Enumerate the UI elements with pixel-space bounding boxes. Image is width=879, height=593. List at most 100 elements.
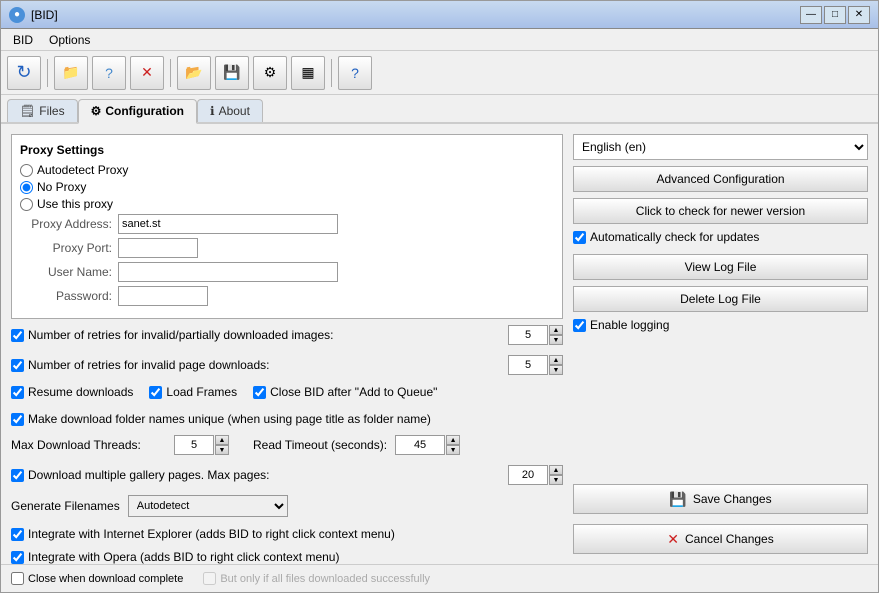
close-when-complete-checkbox[interactable] [11, 572, 24, 585]
folder-open-btn[interactable]: 📁 [54, 56, 88, 90]
multiple-gallery-down[interactable]: ▼ [549, 475, 563, 485]
info-btn[interactable]: ? [338, 56, 372, 90]
threads-timeout-row: Max Download Threads: ▲ ▼ Read Timeout (… [11, 435, 563, 455]
generate-filenames-select[interactable]: Autodetect Original Sequential [128, 495, 288, 517]
radio-autodetect[interactable] [20, 164, 33, 177]
proxy-settings-title: Proxy Settings [20, 143, 554, 157]
but-only-if-checkbox[interactable] [203, 572, 216, 585]
radio-autodetect-label: Autodetect Proxy [37, 163, 128, 177]
minimize-button[interactable]: — [800, 6, 822, 24]
retries-page-input[interactable] [508, 355, 548, 375]
multiple-gallery-checkbox[interactable] [11, 469, 24, 482]
read-timeout-label: Read Timeout (seconds): [253, 438, 387, 452]
close-bid-checkbox[interactable] [253, 386, 266, 399]
close-button[interactable]: ✕ [848, 6, 870, 24]
close-bid-check-row: Close BID after "Add to Queue" [253, 385, 437, 399]
max-threads-input[interactable] [174, 435, 214, 455]
stop-btn[interactable]: ✕ [130, 56, 164, 90]
auto-check-checkbox[interactable] [573, 231, 586, 244]
menu-bid[interactable]: BID [5, 31, 41, 49]
max-threads-up[interactable]: ▲ [215, 435, 229, 445]
content-area: Proxy Settings Autodetect Proxy No Proxy… [1, 124, 878, 564]
main-layout: Proxy Settings Autodetect Proxy No Proxy… [11, 134, 868, 554]
multiple-gallery-label: Download multiple gallery pages. Max pag… [28, 468, 508, 482]
read-timeout-input[interactable] [395, 435, 445, 455]
radio-usethis[interactable] [20, 198, 33, 211]
advanced-config-button[interactable]: Advanced Configuration [573, 166, 868, 192]
max-threads-spinner-btns: ▲ ▼ [215, 435, 229, 455]
retries-invalid-label: Number of retries for invalid/partially … [28, 328, 508, 342]
save-changes-label: Save Changes [693, 492, 772, 506]
delete-log-button[interactable]: Delete Log File [573, 286, 868, 312]
generate-filenames-label: Generate Filenames [11, 499, 120, 513]
cancel-changes-button[interactable]: ✕ Cancel Changes [573, 524, 868, 554]
auto-check-label: Automatically check for updates [590, 230, 759, 244]
tab-about[interactable]: ℹ About [197, 99, 263, 122]
opera-integrate-label: Integrate with Opera (adds BID to right … [28, 550, 339, 564]
grid-btn[interactable]: ▦ [291, 56, 325, 90]
opera-integrate-row: Integrate with Opera (adds BID to right … [11, 550, 563, 564]
proxy-user-input[interactable] [118, 262, 338, 282]
toolbar: ↻ 📁 ? ✕ 📂 💾 ⚙ ▦ ? [1, 51, 878, 95]
retries-invalid-check[interactable] [11, 329, 24, 342]
load-frames-checkbox[interactable] [149, 386, 162, 399]
config-icon: ⚙ [91, 104, 102, 118]
unique-folders-checkbox[interactable] [11, 413, 24, 426]
read-timeout-down[interactable]: ▼ [446, 445, 460, 455]
right-column: English (en) German (de) French (fr) Spa… [573, 134, 868, 554]
inline-checks-row: Resume downloads Load Frames Close BID a… [11, 385, 563, 402]
proxy-port-input[interactable] [118, 238, 198, 258]
retries-invalid-up[interactable]: ▲ [549, 325, 563, 335]
menu-options[interactable]: Options [41, 31, 98, 49]
proxy-port-row: Proxy Port: [28, 238, 554, 258]
read-timeout-up[interactable]: ▲ [446, 435, 460, 445]
tab-files[interactable]: 🗒 Files [7, 99, 78, 122]
retries-invalid-row: Number of retries for invalid/partially … [11, 325, 563, 345]
radio-noproxy[interactable] [20, 181, 33, 194]
check-version-button[interactable]: Click to check for newer version [573, 198, 868, 224]
files-icon: 🗒 [20, 104, 35, 118]
tab-configuration[interactable]: ⚙ Configuration [78, 99, 197, 124]
tabs: 🗒 Files ⚙ Configuration ℹ About [1, 95, 878, 124]
menu-bar: BID Options [1, 29, 878, 51]
retries-page-up[interactable]: ▲ [549, 355, 563, 365]
retries-invalid-down[interactable]: ▼ [549, 335, 563, 345]
multiple-gallery-up[interactable]: ▲ [549, 465, 563, 475]
retries-invalid-input[interactable] [508, 325, 548, 345]
view-log-button[interactable]: View Log File [573, 254, 868, 280]
open-btn[interactable]: 📂 [177, 56, 211, 90]
opera-integrate-checkbox[interactable] [11, 551, 24, 564]
unique-folders-row: Make download folder names unique (when … [11, 412, 563, 426]
save-icon: 💾 [669, 491, 686, 508]
resume-checkbox[interactable] [11, 386, 24, 399]
proxy-address-label: Proxy Address: [28, 217, 118, 231]
enable-logging-checkbox[interactable] [573, 319, 586, 332]
max-threads-down[interactable]: ▼ [215, 445, 229, 455]
refresh-btn[interactable]: ↻ [7, 56, 41, 90]
settings-gear-btn[interactable]: ⚙ [253, 56, 287, 90]
radio-autodetect-row: Autodetect Proxy [20, 163, 554, 177]
multiple-gallery-row: Download multiple gallery pages. Max pag… [11, 465, 563, 485]
title-bar-left: ● [BID] [9, 7, 58, 23]
retries-page-label: Number of retries for invalid page downl… [28, 358, 508, 372]
retries-invalid-spinner: ▲ ▼ [508, 325, 563, 345]
resume-label: Resume downloads [28, 385, 133, 399]
proxy-address-input[interactable] [118, 214, 338, 234]
but-only-if-label: But only if all files downloaded success… [220, 573, 430, 585]
proxy-password-label: Password: [28, 289, 118, 303]
multiple-gallery-input[interactable] [508, 465, 548, 485]
help-btn[interactable]: ? [92, 56, 126, 90]
radio-noproxy-row: No Proxy [20, 180, 554, 194]
maximize-button[interactable]: □ [824, 6, 846, 24]
retries-page-check[interactable] [11, 359, 24, 372]
ie-integrate-checkbox[interactable] [11, 528, 24, 541]
save-changes-button[interactable]: 💾 Save Changes [573, 484, 868, 514]
proxy-port-label: Proxy Port: [28, 241, 118, 255]
right-spacer [573, 342, 868, 478]
save-file-btn[interactable]: 💾 [215, 56, 249, 90]
language-select[interactable]: English (en) German (de) French (fr) Spa… [573, 134, 868, 160]
proxy-password-input[interactable] [118, 286, 208, 306]
retries-page-down[interactable]: ▼ [549, 365, 563, 375]
but-only-if-row: But only if all files downloaded success… [203, 572, 430, 585]
proxy-address-row: Proxy Address: [28, 214, 554, 234]
